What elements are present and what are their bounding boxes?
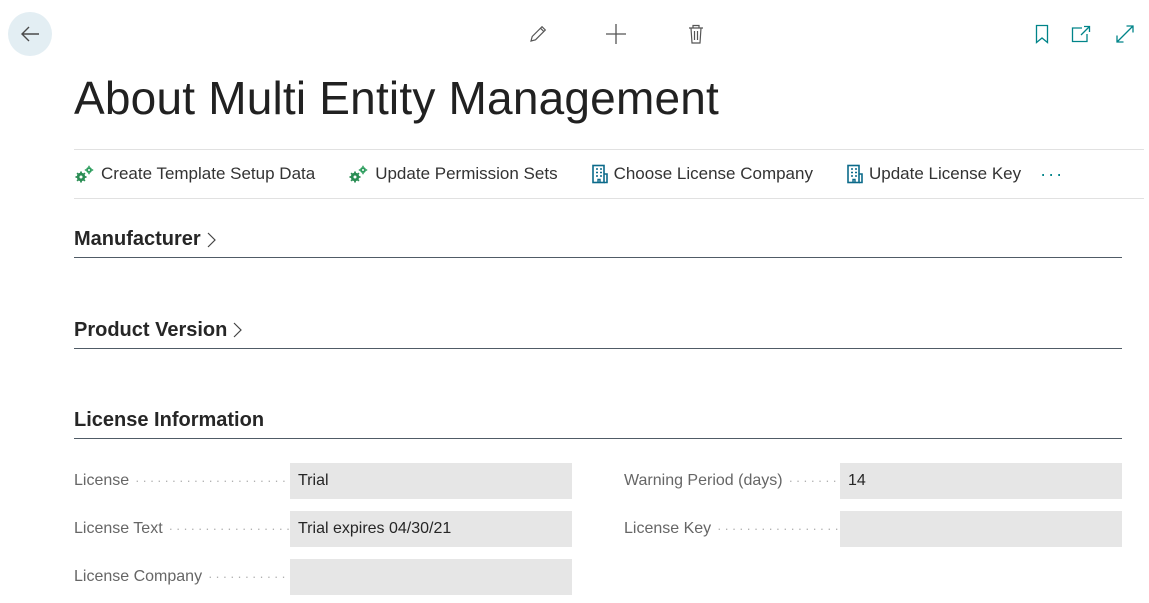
license-company-label: License Company xyxy=(74,568,203,585)
action-label: Choose License Company xyxy=(613,164,813,183)
warning-period-field: Warning Period (days)···················… xyxy=(624,463,1122,499)
bookmark-icon xyxy=(1034,24,1050,44)
action-label: Create Template Setup Data xyxy=(101,164,316,183)
update-license-key-button[interactable]: Update License Key xyxy=(846,164,1021,184)
field-label: License Key·····························… xyxy=(624,520,840,537)
field-label: License Company·························… xyxy=(74,568,290,585)
expand-button[interactable] xyxy=(1113,22,1137,46)
license-value[interactable]: Trial xyxy=(290,463,572,499)
building-icon xyxy=(591,164,614,184)
more-options-button[interactable]: ··· xyxy=(1040,164,1064,185)
update-permission-sets-button[interactable]: Update Permission Sets xyxy=(348,164,558,184)
action-bar: Create Template Setup Data Update Permis… xyxy=(74,149,1144,199)
pencil-icon xyxy=(527,23,549,45)
gears-icon xyxy=(348,164,375,184)
action-label: Update License Key xyxy=(868,164,1022,183)
license-key-field: License Key·····························… xyxy=(624,511,1122,547)
license-key-label: License Key xyxy=(624,520,712,537)
license-text-value[interactable]: Trial expires 04/30/21 xyxy=(290,511,572,547)
section-title: Product Version xyxy=(74,318,228,341)
new-button[interactable] xyxy=(604,22,628,46)
edit-button[interactable] xyxy=(526,22,550,46)
license-text-label: License Text xyxy=(74,520,163,537)
trash-icon xyxy=(686,23,706,45)
back-arrow-icon xyxy=(19,23,41,45)
expand-icon xyxy=(1114,23,1136,45)
warning-period-value[interactable]: 14 xyxy=(840,463,1122,499)
product-version-section-header[interactable]: Product Version xyxy=(74,312,1122,349)
plus-icon xyxy=(604,22,628,46)
license-label: License xyxy=(74,472,130,489)
section-title: License Information xyxy=(74,408,265,431)
field-label: License·································… xyxy=(74,472,290,489)
section-title: Manufacturer xyxy=(74,228,201,250)
choose-license-company-button[interactable]: Choose License Company xyxy=(591,164,813,184)
license-field: License·································… xyxy=(74,463,572,499)
license-company-field: License Company·························… xyxy=(74,559,572,595)
gears-icon xyxy=(74,164,101,184)
action-label: Update Permission Sets xyxy=(375,164,558,183)
open-new-window-icon xyxy=(1070,24,1092,44)
bookmark-button[interactable] xyxy=(1030,22,1054,46)
chevron-right-icon xyxy=(231,320,243,340)
page-title: About Multi Entity Management xyxy=(74,72,720,124)
manufacturer-section-header[interactable]: Manufacturer xyxy=(74,222,1122,258)
chevron-right-icon xyxy=(205,230,217,250)
open-in-new-window-button[interactable] xyxy=(1069,22,1093,46)
back-button[interactable] xyxy=(8,12,52,56)
field-label: License Text····························… xyxy=(74,520,290,537)
license-company-value[interactable] xyxy=(290,559,572,595)
building-icon xyxy=(846,164,869,184)
field-label: Warning Period (days)···················… xyxy=(624,472,840,489)
license-key-value[interactable] xyxy=(840,511,1122,547)
delete-button[interactable] xyxy=(684,22,708,46)
warning-period-label: Warning Period (days) xyxy=(624,472,783,489)
license-text-field: License Text····························… xyxy=(74,511,572,547)
create-template-setup-data-button[interactable]: Create Template Setup Data xyxy=(74,164,315,184)
license-information-section-header[interactable]: License Information xyxy=(74,402,1122,439)
